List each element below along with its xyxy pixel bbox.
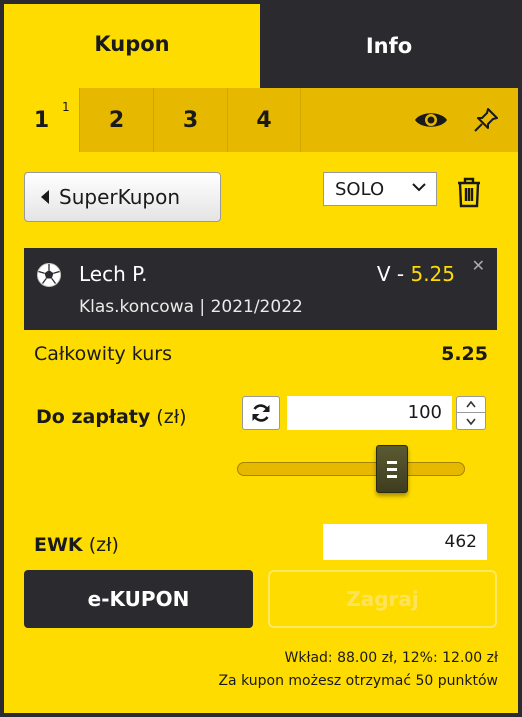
coupon-tab-label: 3 <box>182 107 199 133</box>
stake-amount-input[interactable]: 100 <box>287 396 452 430</box>
total-odds-label: Całkowity kurs <box>34 343 172 365</box>
event-pick-prefix: V - <box>376 262 411 286</box>
superkupon-label: SuperKupon <box>59 185 180 209</box>
coupon-tab-1[interactable]: 1 1 <box>4 88 79 152</box>
ekupon-button-label: e-KUPON <box>87 587 190 611</box>
close-icon[interactable]: ✕ <box>472 256 485 275</box>
tab-info-label: Info <box>365 34 413 58</box>
coupon-tab-4[interactable]: 4 <box>227 88 301 152</box>
coupon-tab-3[interactable]: 3 <box>153 88 227 152</box>
stake-stepper[interactable] <box>456 396 486 430</box>
eye-icon[interactable] <box>408 88 454 152</box>
coupon-panel: Kupon Info 1 1 2 3 4 SuperKupon SOLO Lec… <box>4 4 518 713</box>
event-odd: 5.25 <box>410 262 455 286</box>
event-name: Lech P. <box>79 262 148 286</box>
coupon-tab-label: 2 <box>108 107 125 133</box>
soccer-ball-icon <box>37 263 61 287</box>
ewk-label-main: EWK <box>34 534 83 556</box>
stake-slider-handle[interactable] <box>376 445 409 493</box>
stepper-down-button[interactable] <box>457 413 485 429</box>
pin-icon[interactable] <box>466 88 506 152</box>
bet-selection-card: Lech P. V - 5.25 Klas.koncowa | 2021/202… <box>24 248 497 330</box>
stake-label-main: Do zapłaty <box>36 406 151 428</box>
caret-left-icon <box>41 190 49 204</box>
stepper-up-button[interactable] <box>457 397 485 413</box>
total-odds-value: 5.25 <box>441 343 488 365</box>
chevron-down-icon <box>412 183 426 192</box>
points-info: Za kupon możesz otrzymać 50 punktów <box>218 673 498 689</box>
coupon-tab-2[interactable]: 2 <box>79 88 153 152</box>
event-market: Klas.koncowa | 2021/2022 <box>79 297 303 317</box>
ewk-value: 462 <box>323 524 487 560</box>
superkupon-button[interactable]: SuperKupon <box>24 172 221 222</box>
coupon-tab-label: 4 <box>256 107 272 133</box>
refresh-icon[interactable] <box>242 396 280 430</box>
chevron-up-icon <box>466 401 476 408</box>
ekupon-button[interactable]: e-KUPON <box>24 570 253 628</box>
event-pick: V - 5.25 <box>377 262 455 286</box>
stake-label-unit: (zł) <box>150 406 187 428</box>
coupon-tab-badge: 1 <box>62 100 70 114</box>
chevron-down-icon <box>466 418 476 425</box>
play-button-label: Zagraj <box>346 587 419 611</box>
play-button[interactable]: Zagraj <box>268 570 497 628</box>
ewk-label-unit: (zł) <box>82 534 119 556</box>
coupon-tab-label: 1 <box>33 107 50 133</box>
tab-info[interactable]: Info <box>260 4 518 88</box>
tab-kupon-label: Kupon <box>94 32 170 56</box>
trash-icon[interactable] <box>456 176 486 212</box>
tab-kupon[interactable]: Kupon <box>4 4 260 88</box>
stake-slider-track[interactable] <box>237 462 465 476</box>
bet-mode-select[interactable]: SOLO <box>323 172 437 206</box>
ewk-label: EWK (zł) <box>34 534 119 556</box>
bet-mode-value: SOLO <box>335 178 385 200</box>
stake-label: Do zapłaty (zł) <box>36 406 187 428</box>
stake-breakdown: Wkład: 88.00 zł, 12%: 12.00 zł <box>284 650 498 666</box>
coupon-number-strip: 1 1 2 3 4 <box>4 88 518 152</box>
